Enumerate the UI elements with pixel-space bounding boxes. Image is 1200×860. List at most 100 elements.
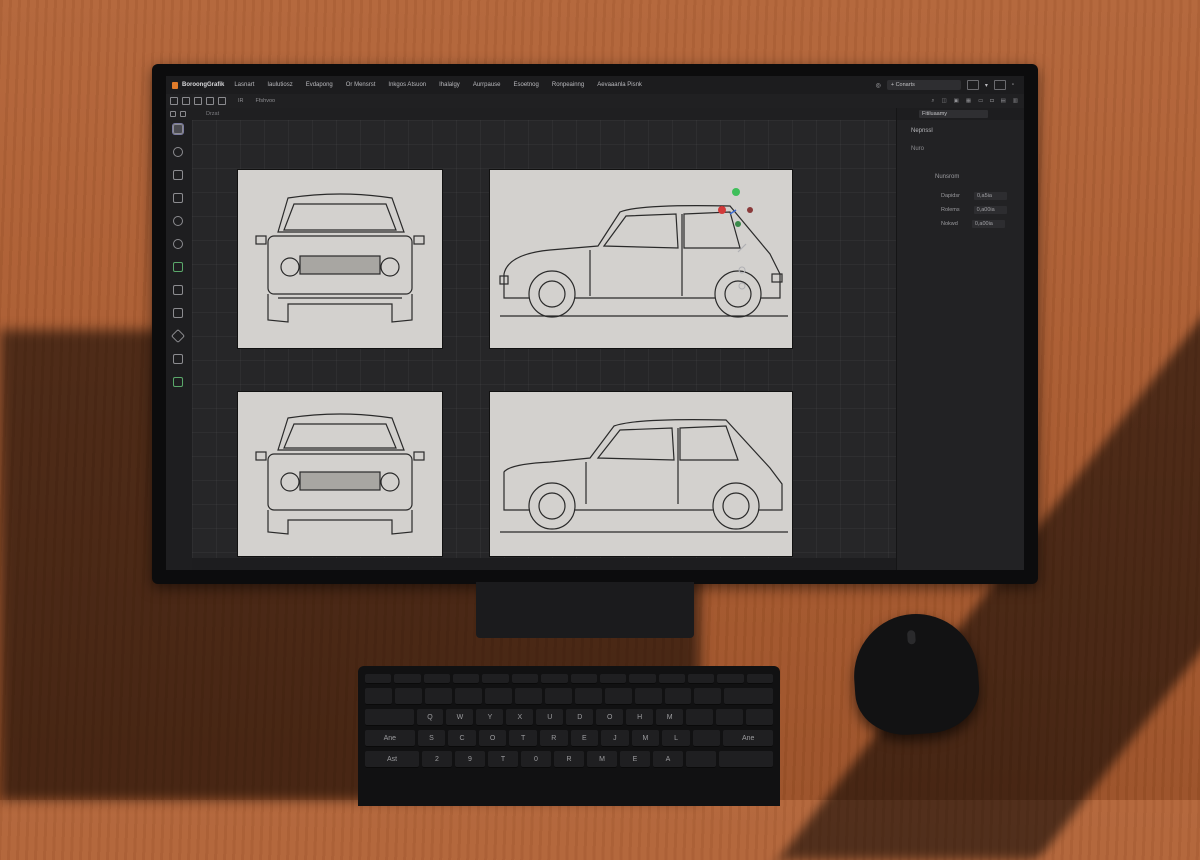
document-tab[interactable]: Drzat xyxy=(206,111,219,117)
window-button[interactable] xyxy=(993,80,1006,90)
key[interactable] xyxy=(423,674,451,684)
key[interactable] xyxy=(454,688,482,705)
frame-icon[interactable]: ▣ xyxy=(954,98,959,105)
key[interactable] xyxy=(365,688,392,705)
view-icon[interactable] xyxy=(180,111,186,117)
pen-tool-icon[interactable] xyxy=(170,328,186,344)
hand-icon[interactable]: ◫ xyxy=(941,98,946,105)
key[interactable]: D xyxy=(566,709,594,726)
key[interactable] xyxy=(365,674,392,684)
key-shift[interactable]: Ast xyxy=(365,751,419,768)
blueprint-front-top[interactable] xyxy=(238,170,442,348)
new-file-icon[interactable] xyxy=(170,97,178,105)
key[interactable] xyxy=(453,674,480,684)
key-shift-right[interactable] xyxy=(719,751,773,768)
key[interactable] xyxy=(746,674,774,684)
key[interactable] xyxy=(686,709,714,726)
properties-dropdown[interactable]: Fitiluaamy xyxy=(919,110,988,118)
key-tab[interactable] xyxy=(365,709,414,726)
key[interactable] xyxy=(574,688,602,705)
menu-item-3[interactable]: Evdapong xyxy=(306,82,333,88)
layout-button[interactable] xyxy=(966,80,979,90)
key[interactable]: Y xyxy=(476,709,504,726)
key-enter[interactable]: Ane xyxy=(723,730,774,747)
search-input[interactable]: + Conarts xyxy=(886,80,961,90)
ellipse-tool-icon[interactable] xyxy=(173,147,183,157)
undo-icon[interactable] xyxy=(218,97,226,105)
key[interactable]: 9 xyxy=(455,751,485,768)
key[interactable] xyxy=(541,674,568,684)
key[interactable] xyxy=(629,674,656,684)
text-tool-icon[interactable] xyxy=(173,285,183,295)
menu-item-4[interactable]: Or Mensrst xyxy=(346,82,376,88)
key[interactable]: A xyxy=(653,751,683,768)
camera-icon[interactable]: ◘ xyxy=(990,98,993,105)
key[interactable]: S xyxy=(417,730,446,747)
toolbar-label-b[interactable]: Ffshvoo xyxy=(256,98,276,104)
key[interactable]: T xyxy=(488,751,518,768)
drawing-canvas[interactable] xyxy=(192,120,896,570)
menu-item-9[interactable]: Ronpeainng xyxy=(552,82,584,88)
key[interactable] xyxy=(634,688,662,705)
property-value-input[interactable]: 0,a5ia xyxy=(973,192,1007,200)
export-icon[interactable] xyxy=(206,97,214,105)
key[interactable] xyxy=(599,674,627,684)
key[interactable]: Q xyxy=(416,709,444,726)
blueprint-front-bottom[interactable] xyxy=(238,392,442,556)
bar-tool-icon[interactable] xyxy=(173,262,183,272)
menu-item-1[interactable]: Lasnart xyxy=(234,82,254,88)
menu-item-2[interactable]: Iaulutiosz xyxy=(267,82,292,88)
key[interactable]: 0 xyxy=(521,751,551,768)
blueprint-side-bottom[interactable] xyxy=(490,392,792,556)
frame-tool-icon[interactable] xyxy=(173,170,183,180)
page-tool-icon[interactable] xyxy=(173,308,183,318)
key[interactable]: M xyxy=(656,709,684,726)
eye-icon[interactable]: ◎ xyxy=(876,82,881,89)
open-file-icon[interactable] xyxy=(182,97,190,105)
menu-item-5[interactable]: Inkgos Atsuon xyxy=(388,82,426,88)
rotate-tool-icon[interactable] xyxy=(173,239,183,249)
key[interactable] xyxy=(570,674,597,684)
key[interactable] xyxy=(716,709,743,726)
key[interactable] xyxy=(686,751,716,768)
menu-item-8[interactable]: Esoetnog xyxy=(514,82,539,88)
key[interactable]: J xyxy=(601,730,629,747)
grid-icon[interactable]: ▦ xyxy=(966,98,971,105)
key[interactable]: C xyxy=(448,730,476,747)
key[interactable] xyxy=(511,674,539,684)
key[interactable]: R xyxy=(554,751,584,768)
key[interactable]: T xyxy=(509,730,537,747)
chevron-down-icon[interactable]: ▾ xyxy=(985,82,988,89)
key[interactable]: M xyxy=(587,751,617,768)
render-icon[interactable]: ▥ xyxy=(1013,98,1018,105)
key[interactable] xyxy=(394,674,421,684)
view-gizmo[interactable] xyxy=(716,184,756,294)
snap-icon[interactable]: ▭ xyxy=(978,98,983,105)
key[interactable] xyxy=(717,674,744,684)
close-icon[interactable]: ▫ xyxy=(1012,82,1014,88)
key[interactable]: U xyxy=(536,709,564,726)
key-backspace[interactable] xyxy=(724,688,773,705)
key[interactable] xyxy=(692,730,721,747)
key[interactable]: O xyxy=(478,730,507,747)
key[interactable]: O xyxy=(596,709,624,726)
key[interactable] xyxy=(694,688,722,705)
key[interactable]: 2 xyxy=(422,751,452,768)
key[interactable] xyxy=(484,688,512,705)
menu-item-7[interactable]: Aurrpause xyxy=(473,82,501,88)
key[interactable] xyxy=(514,688,542,705)
key[interactable]: W xyxy=(446,709,474,726)
layer-tool-icon[interactable] xyxy=(173,193,183,203)
pin-icon[interactable] xyxy=(170,111,176,117)
key-caps[interactable]: Ane xyxy=(365,730,415,747)
key[interactable]: X xyxy=(506,709,534,726)
key[interactable] xyxy=(482,674,509,684)
property-value-input[interactable]: 0,a00ia xyxy=(973,206,1007,214)
key[interactable]: L xyxy=(662,730,690,747)
key[interactable] xyxy=(394,688,422,705)
property-value-input[interactable]: 0,a00ia xyxy=(971,220,1005,228)
bucket-tool-icon[interactable] xyxy=(173,377,183,387)
key[interactable] xyxy=(658,674,685,684)
key[interactable] xyxy=(544,688,572,705)
key[interactable] xyxy=(687,674,715,684)
